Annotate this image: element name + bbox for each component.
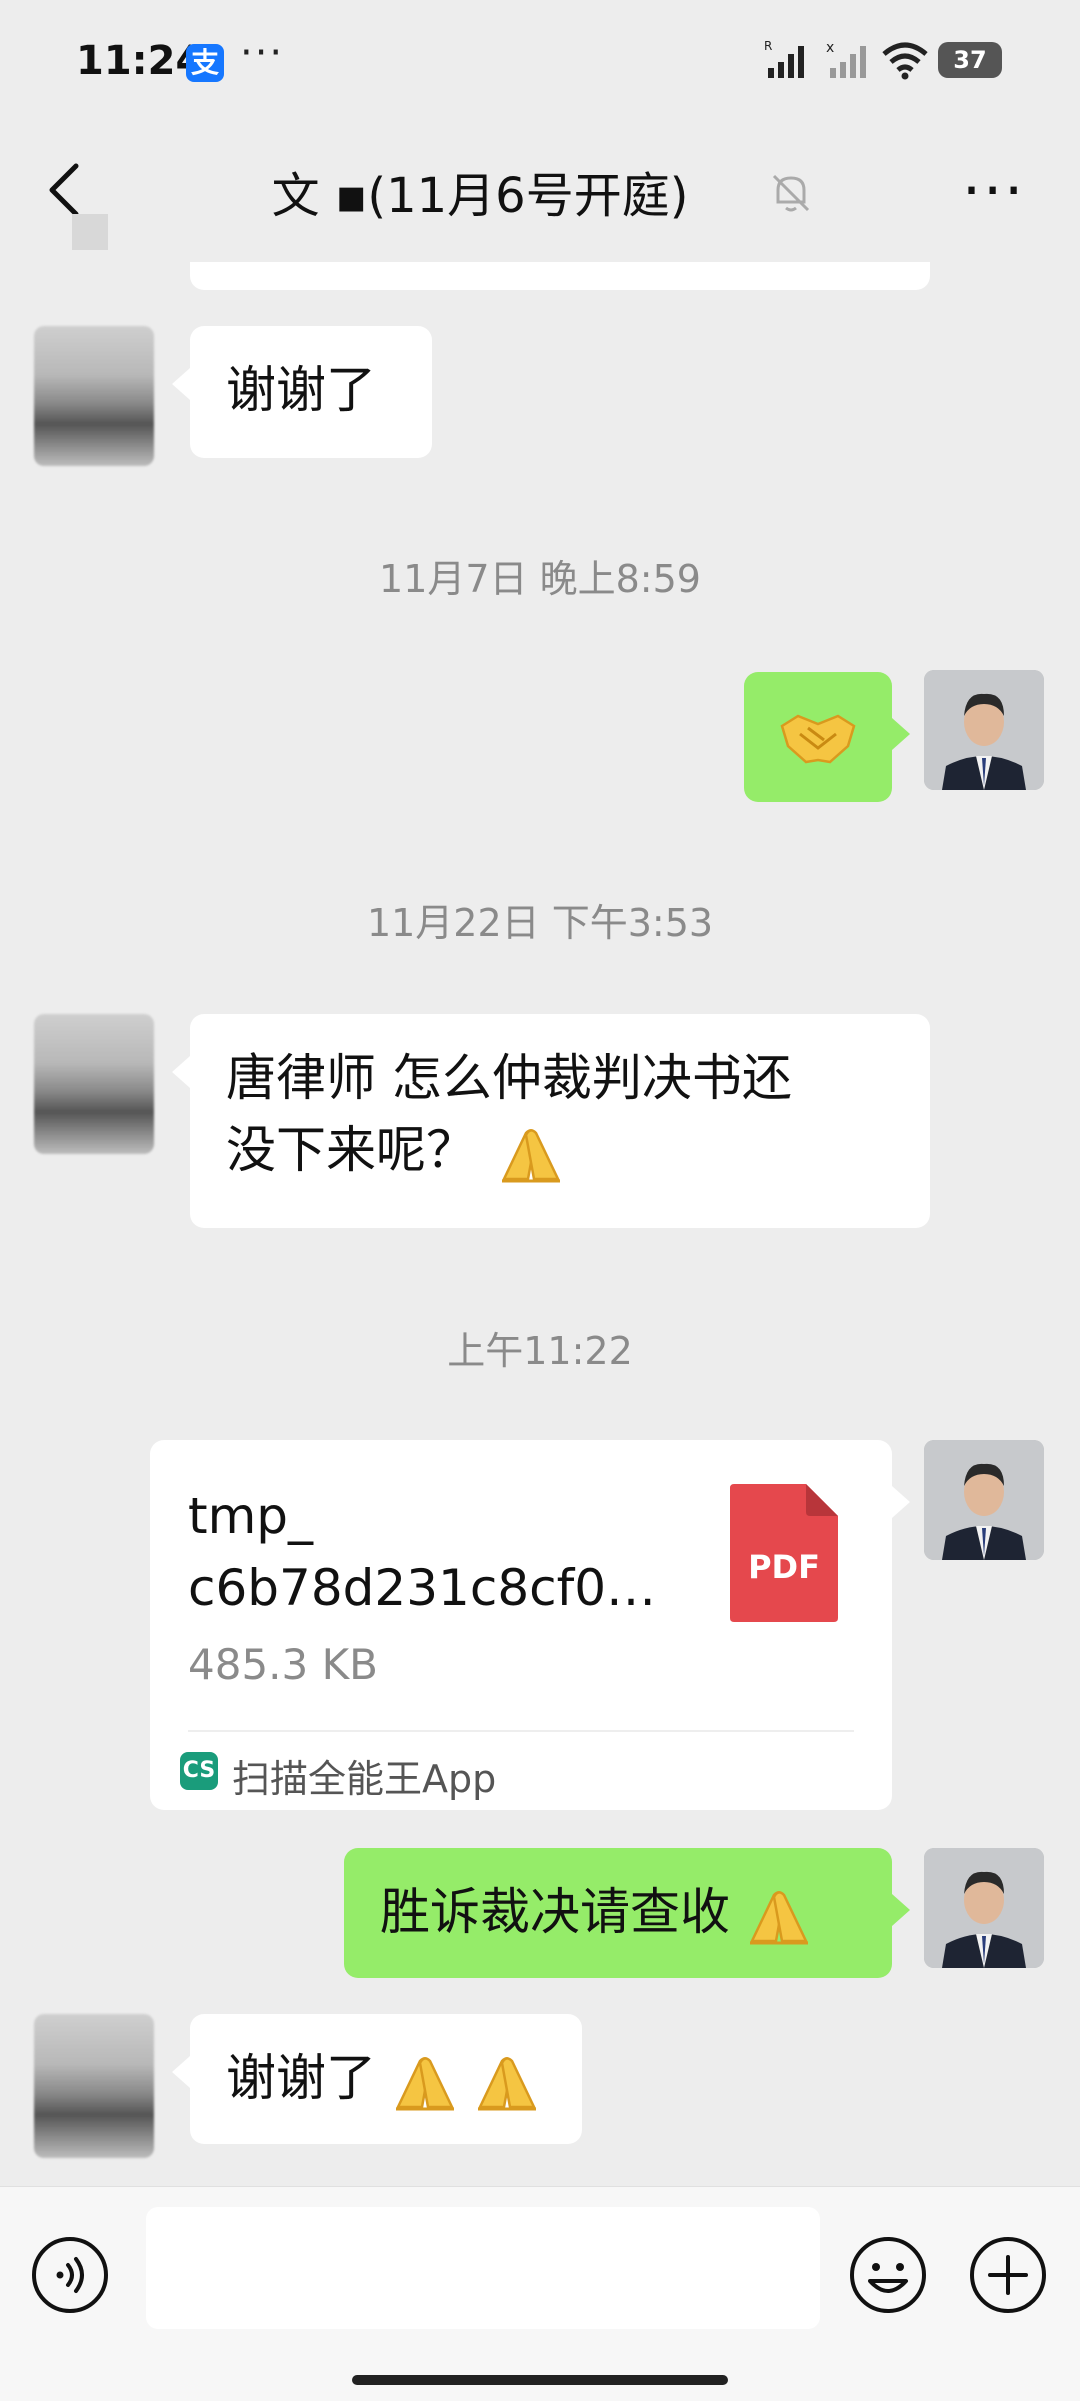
file-message-card[interactable]: tmp_ c6b78d231c8cf0… 485.3 KB PDF CS 扫描全… bbox=[150, 1440, 892, 1810]
input-bar bbox=[0, 2186, 1080, 2401]
file-name-line: tmp_ bbox=[188, 1487, 314, 1545]
message-bubble-sent[interactable]: 胜诉裁决请查收 bbox=[344, 1848, 892, 1978]
message-timestamp: 上午11:22 bbox=[447, 1329, 633, 1373]
file-source-app[interactable]: 扫描全能王App bbox=[232, 1748, 496, 1803]
bubble-tail bbox=[892, 1894, 910, 1926]
bubble-tail bbox=[172, 2056, 190, 2088]
folded-hands-emoji bbox=[477, 2056, 536, 2110]
wifi-icon bbox=[882, 42, 928, 80]
signal-icon-2: x bbox=[826, 40, 866, 78]
message-bubble-received[interactable]: 谢谢了 bbox=[190, 326, 432, 458]
self-avatar[interactable] bbox=[924, 1848, 1044, 1968]
message-timestamp: 11月7日 晚上8:59 bbox=[379, 557, 701, 601]
chat-title[interactable]: 文 ▪(11月6号开庭) bbox=[200, 156, 760, 226]
divider bbox=[188, 1730, 854, 1732]
self-avatar[interactable] bbox=[924, 670, 1044, 790]
partial-message-bubble bbox=[190, 262, 930, 290]
back-icon[interactable] bbox=[44, 160, 84, 220]
status-time: 11:24 bbox=[76, 38, 204, 84]
camscanner-icon: CS bbox=[180, 1752, 218, 1790]
folded-hands-emoji bbox=[395, 2056, 454, 2110]
contact-avatar[interactable] bbox=[34, 1014, 154, 1154]
mute-bell-icon bbox=[772, 174, 810, 212]
file-name-line: c6b78d231c8cf0… bbox=[188, 1559, 657, 1617]
signal-roaming-label: R bbox=[764, 40, 772, 53]
message-timestamp: 11月22日 下午3:53 bbox=[366, 901, 714, 945]
folded-hands-emoji bbox=[501, 1128, 560, 1182]
message-text-line: 没下来呢？ bbox=[226, 1121, 476, 1179]
lawyer-photo bbox=[924, 1440, 1044, 1560]
message-text: 胜诉裁决请查收 bbox=[380, 1883, 730, 1941]
bubble-tail bbox=[892, 718, 910, 750]
message-input[interactable] bbox=[146, 2207, 820, 2329]
voice-icon[interactable] bbox=[30, 2235, 110, 2315]
home-indicator[interactable] bbox=[352, 2375, 728, 2385]
alipay-icon: 支 bbox=[186, 44, 224, 82]
message-text: 谢谢了 bbox=[226, 2049, 376, 2107]
message-text-line: 唐律师 怎么仲裁判决书还 bbox=[226, 1049, 792, 1107]
signal-icon: R bbox=[764, 40, 804, 78]
message-text: 谢谢了 bbox=[226, 361, 376, 419]
pdf-label: PDF bbox=[748, 1548, 820, 1586]
plus-icon[interactable] bbox=[968, 2235, 1048, 2315]
message-bubble-sent[interactable] bbox=[744, 672, 892, 802]
message-bubble-received[interactable]: 唐律师 怎么仲裁判决书还 没下来呢？ bbox=[190, 1014, 930, 1228]
bubble-tail bbox=[172, 1056, 190, 1088]
partial-avatar bbox=[72, 214, 108, 250]
bubble-tail bbox=[892, 1486, 910, 1518]
status-bar: 11:24 支 ··· R x 37 bbox=[0, 0, 1080, 120]
battery-indicator: 37 bbox=[938, 42, 1002, 78]
contact-avatar[interactable] bbox=[34, 326, 154, 466]
handshake-emoji bbox=[780, 714, 856, 764]
signal-no-service-label: x bbox=[826, 40, 834, 56]
lawyer-photo bbox=[924, 1848, 1044, 1968]
file-name: tmp_ c6b78d231c8cf0… bbox=[188, 1480, 688, 1624]
more-icon[interactable]: ··· bbox=[962, 161, 1025, 221]
emoji-icon[interactable] bbox=[848, 2235, 928, 2315]
message-bubble-received[interactable]: 谢谢了 bbox=[190, 2014, 582, 2144]
pdf-icon: PDF bbox=[730, 1484, 838, 1622]
file-size: 485.3 KB bbox=[188, 1640, 378, 1689]
lawyer-photo bbox=[924, 670, 1044, 790]
notification-dots: ··· bbox=[240, 30, 285, 76]
bubble-tail bbox=[172, 368, 190, 400]
folded-hands-emoji bbox=[749, 1890, 808, 1944]
self-avatar[interactable] bbox=[924, 1440, 1044, 1560]
contact-avatar[interactable] bbox=[34, 2014, 154, 2158]
